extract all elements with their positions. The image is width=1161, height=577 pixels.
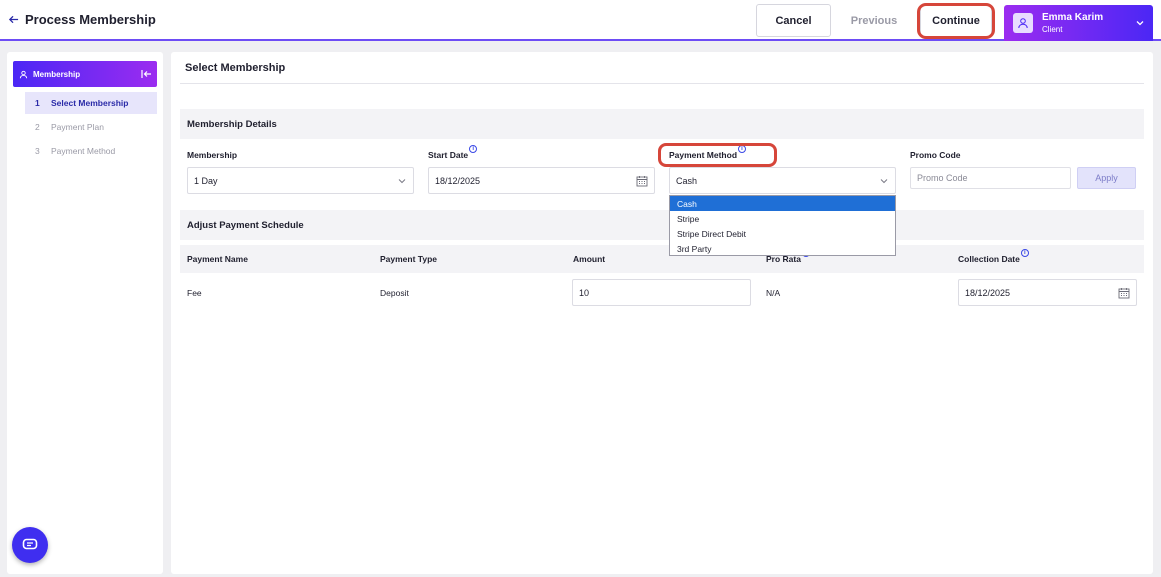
chat-icon	[22, 538, 38, 550]
chat-button[interactable]	[12, 527, 48, 563]
calendar-icon[interactable]	[1118, 287, 1130, 299]
collapse-sidebar-icon[interactable]	[140, 68, 152, 80]
step-payment-plan[interactable]: 2 Payment Plan	[25, 116, 157, 138]
main-panel: Select Membership Membership Details Mem…	[171, 52, 1153, 574]
continue-button[interactable]: Continue	[920, 4, 992, 37]
page-title: Process Membership	[25, 12, 156, 27]
payment-method-select[interactable]: Cash	[669, 167, 896, 194]
payment-method-label-wrap: Payment Methodi	[669, 145, 747, 160]
chevron-down-icon[interactable]	[1135, 18, 1145, 28]
user-name: Emma Karim	[1042, 12, 1104, 23]
info-icon[interactable]: i	[1020, 249, 1029, 257]
amount-value: 10	[579, 287, 590, 298]
membership-value: 1 Day	[194, 175, 218, 186]
membership-select[interactable]: 1 Day	[187, 167, 414, 194]
payment-method-value: Cash	[676, 175, 698, 186]
option-stripe-direct-debit[interactable]: Stripe Direct Debit	[670, 226, 895, 241]
payment-method-label: Payment Method	[669, 150, 738, 160]
chevron-down-icon	[880, 179, 888, 184]
step-label: Select Membership	[51, 98, 129, 108]
step-payment-method[interactable]: 3 Payment Method	[25, 140, 157, 162]
payment-type-cell: Deposit	[380, 288, 409, 298]
cancel-button[interactable]: Cancel	[756, 4, 831, 37]
avatar	[1013, 13, 1033, 33]
payment-method-dropdown: Cash Stripe Stripe Direct Debit 3rd Part…	[669, 195, 896, 256]
column-header: Payment Type	[380, 254, 438, 264]
membership-details-heading: Membership Details	[180, 109, 1144, 139]
step-number: 2	[35, 122, 40, 132]
top-bar: Process Membership Cancel Previous Conti…	[0, 0, 1161, 41]
arrow-left-icon	[8, 15, 19, 24]
step-label: Payment Plan	[51, 122, 104, 132]
start-date-value: 18/12/2025	[435, 175, 481, 186]
promo-code-placeholder: Promo Code	[917, 173, 968, 183]
step-number: 1	[35, 98, 40, 108]
start-date-field[interactable]: 18/12/2025	[428, 167, 655, 194]
collection-date-value: 18/12/2025	[965, 287, 1011, 298]
chevron-down-icon	[398, 179, 406, 184]
user-menu[interactable]: Emma Karim Client	[1004, 5, 1153, 41]
table-header: Payment Name Payment Type Amount Pro Rat…	[180, 245, 1144, 273]
calendar-icon[interactable]	[636, 175, 648, 187]
column-header: Collection Date	[958, 254, 1020, 264]
apply-button[interactable]: Apply	[1077, 167, 1136, 189]
option-stripe[interactable]: Stripe	[670, 211, 895, 226]
start-date-label-wrap: Start Datei	[428, 145, 478, 160]
previous-button[interactable]: Previous	[838, 4, 910, 37]
pro-rata-cell: N/A	[766, 288, 781, 298]
step-select-membership[interactable]: 1 Select Membership	[25, 92, 157, 114]
column-header: Payment Name	[187, 254, 248, 264]
collection-date-header-wrap: Collection Datei	[958, 249, 1029, 264]
start-date-label: Start Date	[428, 150, 469, 160]
payment-schedule-heading: Adjust Payment Schedule	[180, 210, 1144, 240]
promo-code-input[interactable]: Promo Code	[910, 167, 1071, 189]
divider	[180, 83, 1144, 84]
step-label: Payment Method	[51, 146, 116, 156]
option-3rd-party[interactable]: 3rd Party	[670, 241, 895, 256]
user-role: Client	[1042, 25, 1063, 34]
back-button[interactable]: Process Membership	[8, 12, 156, 27]
amount-input[interactable]: 10	[572, 279, 751, 306]
payment-name-cell: Fee	[187, 288, 202, 298]
sidebar-heading: Membership	[33, 69, 81, 79]
user-icon	[1018, 18, 1028, 29]
info-icon[interactable]: i	[469, 145, 478, 153]
step-number: 3	[35, 146, 40, 156]
option-cash[interactable]: Cash	[670, 196, 895, 211]
column-header: Amount	[573, 254, 606, 264]
sidebar-header: Membership	[13, 61, 157, 87]
membership-label: Membership	[187, 150, 238, 160]
info-icon[interactable]: i	[738, 145, 747, 153]
collection-date-field[interactable]: 18/12/2025	[958, 279, 1137, 306]
user-icon	[19, 70, 28, 78]
promo-code-label: Promo Code	[910, 150, 961, 160]
sidebar: Membership 1 Select Membership 2 Payment…	[7, 52, 163, 574]
section-title: Select Membership	[185, 62, 286, 74]
